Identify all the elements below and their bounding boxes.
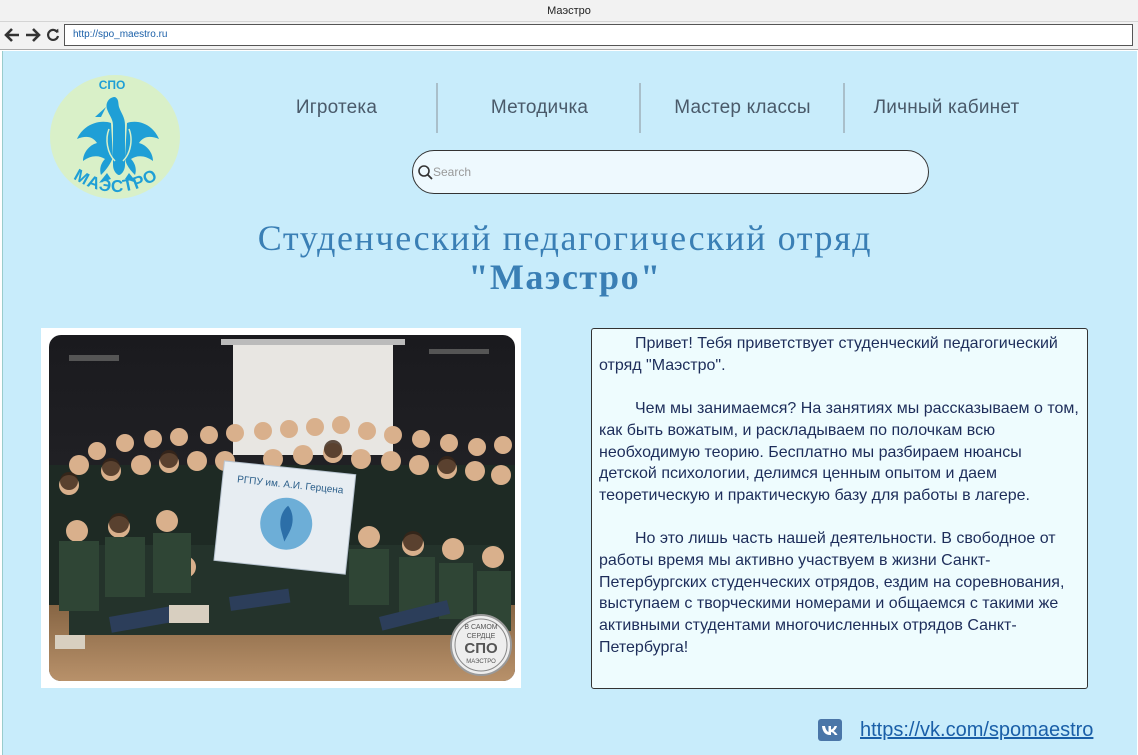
page-title-line2: "Маэстро": [468, 257, 662, 297]
search-input[interactable]: [433, 159, 913, 185]
nav-item-master-classes[interactable]: Мастер классы: [641, 83, 844, 133]
vk-link[interactable]: https://vk.com/spomaestro: [860, 719, 1093, 742]
about-textbox: Привет! Тебя приветствует студенческий п…: [591, 328, 1088, 689]
url-bar[interactable]: http://spo_maestro.ru: [64, 24, 1133, 46]
nav-item-metodichka[interactable]: Методичка: [438, 83, 641, 133]
search-box[interactable]: [412, 150, 929, 194]
forward-button[interactable]: [24, 25, 42, 45]
about-paragraph: Но это лишь часть нашей деятельности. В …: [599, 530, 1065, 656]
arrow-left-icon: [4, 28, 19, 42]
browser-toolbar: http://spo_maestro.ru: [0, 22, 1138, 50]
stamp-line-1: В САМОМ: [464, 624, 497, 631]
about-paragraph: Чем мы занимаемся? На занятиях мы расска…: [599, 400, 1079, 504]
reload-button[interactable]: [44, 25, 62, 45]
logo-top-text: СПО: [99, 78, 126, 92]
page: СПО МАЭСТРО Игротека Методичка Мастер кл…: [2, 51, 1137, 755]
stamp-line-2: СЕРДЦЕ: [467, 633, 496, 640]
page-title-line1: Студенческий педагогический отряд: [257, 218, 873, 258]
main-nav: Игротека Методичка Мастер классы Личный …: [235, 83, 1045, 133]
arrow-right-icon: [26, 28, 41, 42]
about-paragraph: Привет! Тебя приветствует студенческий п…: [599, 335, 1058, 374]
logo[interactable]: СПО МАЭСТРО: [49, 73, 182, 201]
reload-icon: [47, 28, 60, 41]
vk-icon[interactable]: [818, 719, 842, 741]
nav-item-personal-account[interactable]: Личный кабинет: [845, 83, 1048, 133]
search-icon: [418, 165, 433, 180]
window-title: Маэстро: [0, 0, 1138, 22]
group-photo: РГПУ им. А.И. Герцена В САМОМ СЕРДЦЕ СПО…: [41, 328, 521, 688]
page-title: Студенческий педагогический отряд "Маэст…: [3, 219, 1127, 297]
stamp-line-3: СПО: [464, 640, 498, 657]
stamp-line-4: МАЭСТРО: [466, 659, 496, 665]
nav-item-igroteka[interactable]: Игротека: [235, 83, 438, 133]
back-button[interactable]: [3, 25, 21, 45]
